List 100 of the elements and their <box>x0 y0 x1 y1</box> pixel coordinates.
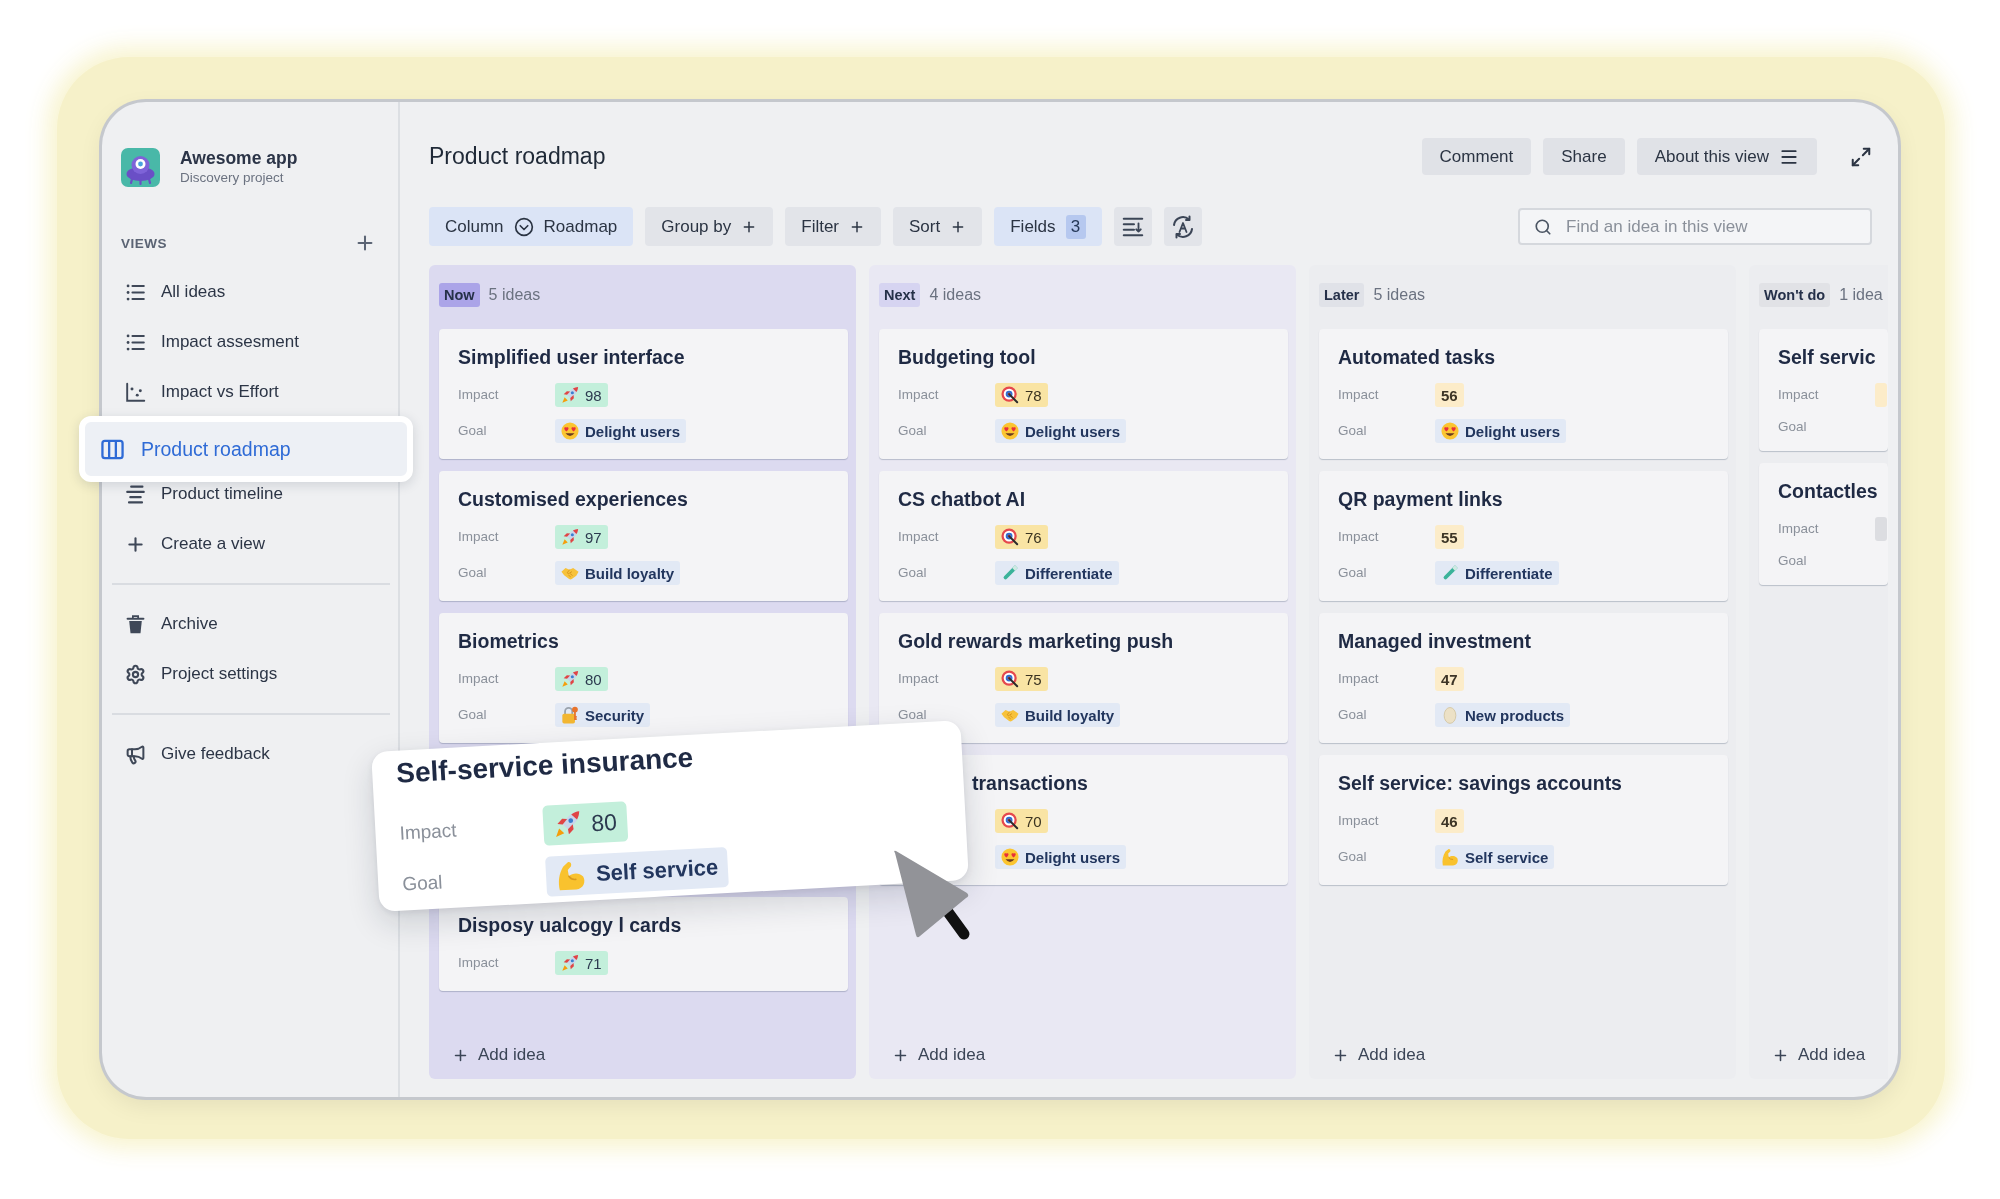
impact-value: 97 <box>585 528 602 546</box>
heart-eyes-face-icon <box>1001 848 1019 866</box>
toolbar-button[interactable]: Fields 3 <box>994 207 1102 246</box>
field-label: Impact <box>1338 387 1379 403</box>
field-label: Impact <box>898 529 939 545</box>
add-idea-button[interactable]: Add idea <box>1772 1043 1866 1067</box>
impact-badge <box>1875 383 1887 407</box>
sidebar-item[interactable]: Archive <box>114 613 218 635</box>
goal-name: Delight users <box>1025 422 1121 440</box>
idea-card[interactable]: Gold rewards marketing push Impact 75 Goal Build loyalty <box>879 613 1288 743</box>
impact-badge <box>1875 517 1887 541</box>
idea-card[interactable]: Self servic Impact Goal <box>1759 329 1888 451</box>
sidebar-item[interactable]: Impact vs Effort <box>114 381 279 403</box>
field-label: Impact <box>1778 521 1819 537</box>
app-logo <box>121 147 160 187</box>
sidebar-item[interactable]: Impact assesment <box>114 331 299 353</box>
card-title: Simplified user interface <box>458 345 685 369</box>
sidebar-item[interactable]: Project settings <box>114 663 278 685</box>
column-status-tag: Next <box>879 283 921 307</box>
heart-eyes-face-icon <box>1441 422 1459 440</box>
field-label: Impact <box>458 671 499 687</box>
sidebar-item[interactable]: All ideas <box>114 281 226 303</box>
header-button[interactable]: Share <box>1543 138 1625 175</box>
goal-name: New products <box>1465 706 1565 724</box>
idea-card[interactable]: Self service: savings accounts Impact 46 Goal Self service <box>1319 755 1728 885</box>
sidebar-item[interactable]: Give feedback <box>114 743 270 765</box>
goal-name: Delight users <box>1025 848 1121 866</box>
impact-value: 46 <box>1441 812 1458 830</box>
rotate-arrows-icon <box>1170 214 1195 239</box>
field-label: Goal <box>458 707 487 723</box>
heart-eyes-face-icon <box>1001 422 1019 440</box>
idea-card[interactable]: Simplified user interface Impact 98 Goal Delight users <box>439 329 848 459</box>
add-idea-button[interactable]: Add idea <box>1332 1043 1426 1067</box>
idea-card[interactable]: Budgeting tool Impact 78 Goal Delight users <box>879 329 1288 459</box>
card-title: Managed investment <box>1338 629 1531 653</box>
lines-arrow-icon <box>1121 215 1144 238</box>
sidebar-item[interactable]: Product roadmap <box>79 416 413 482</box>
field-label: Impact <box>1338 671 1379 687</box>
field-label: Goal <box>898 707 927 723</box>
toolbar-button[interactable]: Column Roadmap <box>429 207 634 246</box>
idea-card[interactable]: Contactles Impact Goal <box>1759 463 1888 585</box>
toolbar-button[interactable]: Group by <box>645 207 774 246</box>
field-label: Goal <box>458 423 487 439</box>
field-label: Impact <box>458 529 499 545</box>
impact-value: 80 <box>585 670 602 688</box>
goal-name: Self service <box>1465 848 1549 866</box>
impact-value: 98 <box>585 386 602 404</box>
rocket-icon <box>561 528 579 546</box>
impact-value: 78 <box>1025 386 1042 404</box>
target-icon <box>1001 812 1019 830</box>
impact-value: 47 <box>1441 670 1458 688</box>
idea-count: 4 ideas <box>929 286 982 304</box>
views-heading: VIEWS <box>121 235 167 251</box>
idea-card[interactable]: Managed investment Impact 47 Goal New products <box>1319 613 1728 743</box>
target-icon <box>1001 528 1019 546</box>
field-label: Goal <box>1778 419 1807 435</box>
idea-card[interactable]: Biometrics Impact 80 Goal Security <box>439 613 848 743</box>
field-label: Impact <box>1338 813 1379 829</box>
impact-value: 80 <box>590 808 618 837</box>
add-idea-button[interactable]: Add idea <box>892 1043 986 1067</box>
idea-count: 5 ideas <box>1373 286 1426 304</box>
app-name: Awesome app <box>180 148 298 168</box>
field-label: Impact <box>898 387 939 403</box>
goal-name: Self service <box>595 854 719 888</box>
card-title: Gold rewards marketing push <box>898 629 1174 653</box>
column-status-tag: Now <box>439 283 480 307</box>
expand-icon[interactable] <box>1850 145 1872 168</box>
settings-icon <box>125 663 146 685</box>
field-label: Goal <box>1338 565 1367 581</box>
scatter-chart-icon <box>125 381 146 403</box>
search-field[interactable]: Find an idea in this view <box>1518 208 1872 245</box>
header-button[interactable]: Comment <box>1421 138 1532 175</box>
idea-card[interactable]: Customised experiences Impact 97 Goal Build loyalty <box>439 471 848 601</box>
add-idea-button[interactable]: Add idea <box>452 1043 546 1067</box>
toolbar-button[interactable]: Filter <box>785 207 882 246</box>
count-badge: 3 <box>1065 214 1086 239</box>
heart-eyes-face-icon <box>561 422 579 440</box>
idea-card[interactable]: Automated tasks Impact 56 Goal Delight users <box>1319 329 1728 459</box>
rocket-icon <box>561 386 579 404</box>
target-icon <box>1001 670 1019 688</box>
sidebar-item[interactable]: Product timeline <box>114 483 283 505</box>
rocket-icon <box>561 670 579 688</box>
test-tube-icon <box>1441 564 1459 582</box>
card-title: Customised experiences <box>458 487 688 511</box>
idea-card[interactable]: QR payment links Impact 55 Goal Differentiate <box>1319 471 1728 601</box>
layout-button[interactable] <box>1113 207 1152 246</box>
field-label: Goal <box>1778 553 1807 569</box>
card-title: Self servic <box>1778 345 1876 369</box>
arrange-button[interactable] <box>1163 207 1202 246</box>
header-button[interactable]: About this view <box>1636 138 1817 175</box>
idea-count: 1 idea <box>1839 286 1883 304</box>
toolbar-button[interactable]: Sort <box>893 207 983 246</box>
card-title: QR payment links <box>1338 487 1503 511</box>
sidebar-item[interactable]: Create a view <box>114 533 265 555</box>
target-icon <box>1001 386 1019 404</box>
idea-card[interactable]: Disposy ualcogy l cards Impact 71 <box>439 897 848 991</box>
idea-card[interactable]: CS chatbot AI Impact 76 Goal Differentiate <box>879 471 1288 601</box>
field-label: Impact <box>898 671 939 687</box>
goal-name: Differentiate <box>1025 564 1113 582</box>
card-title: Budgeting tool <box>898 345 1036 369</box>
